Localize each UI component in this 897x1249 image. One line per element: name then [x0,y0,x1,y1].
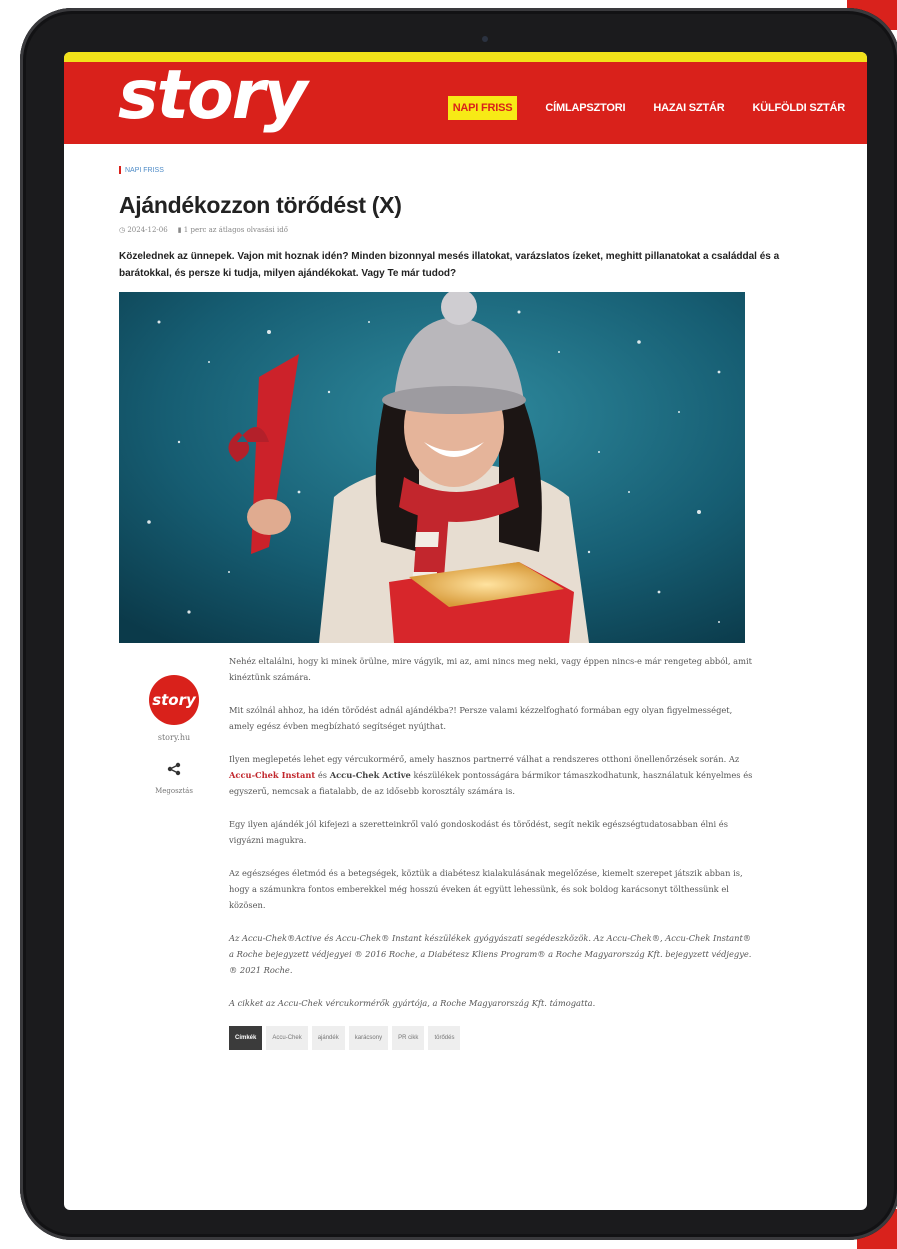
article-body: Nehéz eltalálni, hogy ki minek örülne, m… [229,653,754,1050]
tag-item[interactable]: Accu-Chek [266,1026,308,1050]
accu-chek-active-bold: Accu-Chek Active [329,770,411,780]
read-time-text: 1 perc az átlagos olvasási idő [183,226,288,234]
paragraph-6-disclaimer: Az Accu-Chek®Active és Accu-Chek® Instan… [229,933,752,975]
site-header: story NAPI FRISS CÍMLAPSZTORI HAZAI SZTÁ… [64,56,867,144]
article-date-text: 2024-12-06 [127,226,168,234]
hero-illustration [119,292,745,643]
tag-list: Címkék Accu-Chek ajándék karácsony PR ci… [229,1026,754,1050]
article-content: NAPI FRISS Ajándékozzon törődést (X) ◷ 2… [119,166,819,1050]
breadcrumb-marker [119,166,121,174]
tags-heading: Címkék [229,1026,263,1050]
paragraph-5: Az egészséges életmód és a betegségek, k… [229,868,743,910]
main-nav: NAPI FRISS CÍMLAPSZTORI HAZAI SZTÁR KÜLF… [447,96,845,120]
article-body-row: story story.hu Megosztás Nehéz eltalálni… [119,653,819,1050]
article-title: Ajándékozzon törődést (X) [119,192,402,218]
nav-cimlapsztori[interactable]: CÍMLAPSZTORI [545,102,625,114]
clock-icon: ◷ [119,226,126,234]
paragraph-1: Nehéz eltalálni, hogy ki minek örülne, m… [229,656,752,682]
accu-chek-instant-link[interactable]: Accu-Chek Instant [229,770,315,780]
paragraph-4: Egy ilyen ajándék jól kifejezi a szerett… [229,819,728,845]
article-date: ◷ 2024-12-06 [119,226,168,234]
avatar[interactable]: story [149,675,199,725]
nav-napi-friss[interactable]: NAPI FRISS [447,96,518,120]
article-read-time: ▮ 1 perc az átlagos olvasási idő [178,226,288,234]
breadcrumb: NAPI FRISS [119,166,819,174]
tag-item[interactable]: ajándék [311,1026,345,1050]
camera-icon [482,36,488,42]
site-logo[interactable]: story [118,56,308,135]
article-lead: Közelednek az ünnepek. Vajon mit hoznak … [119,251,780,279]
share-icon[interactable] [167,762,181,781]
author-site-label[interactable]: story.hu [158,733,190,742]
tag-item[interactable]: PR cikk [392,1026,425,1050]
nav-kulfoldi-sztar[interactable]: KÜLFÖLDI SZTÁR [752,102,845,114]
tag-item[interactable]: törődés [428,1026,461,1050]
nav-hazai-sztar[interactable]: HAZAI SZTÁR [653,102,724,114]
paragraph-7-sponsor: A cikket az Accu-Chek vércukormérők gyár… [229,998,596,1008]
hero-image [119,292,745,643]
breadcrumb-link[interactable]: NAPI FRISS [125,167,164,174]
article-meta: ◷ 2024-12-06 ▮ 1 perc az átlagos olvasás… [119,226,819,234]
paragraph-3-text-a: Ilyen meglepetés lehet egy vércukormérő,… [229,754,740,764]
author-share-column: story story.hu Megosztás [119,653,229,1050]
paragraph-3-text-b: és [315,770,330,780]
share-label[interactable]: Megosztás [155,787,193,795]
paragraph-2: Mit szólnál ahhoz, ha idén törődést adná… [229,705,733,731]
tag-item[interactable]: karácsony [348,1026,389,1050]
book-icon: ▮ [177,226,182,234]
paragraph-3: Ilyen meglepetés lehet egy vércukormérő,… [229,751,754,799]
browser-screen: story NAPI FRISS CÍMLAPSZTORI HAZAI SZTÁ… [64,52,867,1210]
